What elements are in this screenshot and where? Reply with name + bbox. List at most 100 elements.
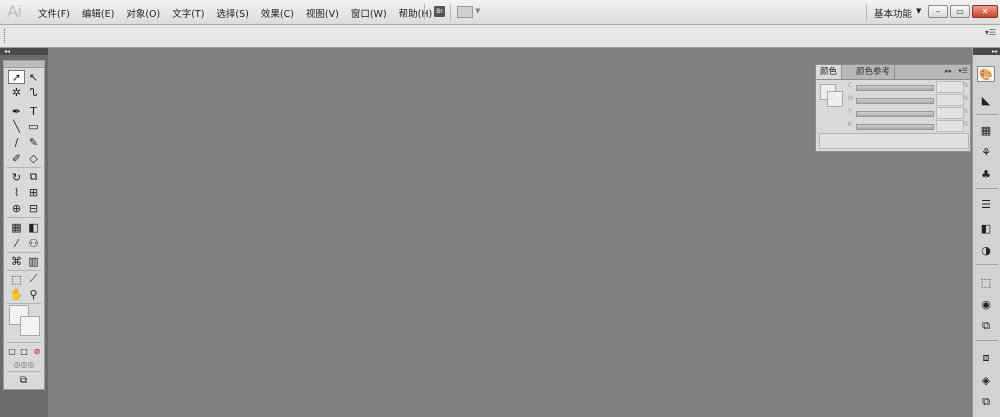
symbols-icon[interactable]: ♣ bbox=[977, 166, 995, 182]
drawing-modes-icon[interactable]: ◎◎◎ bbox=[6, 357, 42, 371]
menu-view[interactable]: 视图(V) bbox=[306, 6, 339, 20]
collapse-tools-icon[interactable]: ◂◂ bbox=[0, 48, 48, 55]
shape-builder-tool-icon[interactable]: ⊕ bbox=[8, 201, 25, 215]
yellow-slider[interactable] bbox=[856, 111, 934, 117]
menu-file[interactable]: 文件(F) bbox=[38, 6, 70, 20]
black-slider[interactable] bbox=[856, 124, 934, 130]
symbol-sprayer-tool-icon[interactable]: ⌘ bbox=[8, 254, 25, 268]
color-guide-icon[interactable]: ◣ bbox=[977, 92, 995, 108]
workspace-switcher[interactable]: 基本功能 bbox=[874, 6, 912, 20]
channel-label: C bbox=[848, 82, 853, 89]
close-button[interactable]: ✕ bbox=[972, 5, 998, 18]
tab-color-guide[interactable]: 颜色参考 bbox=[852, 65, 896, 79]
column-graph-tool-icon[interactable]: ▥ bbox=[25, 254, 42, 268]
align-icon[interactable]: ⧈ bbox=[977, 350, 995, 366]
artboard-tool-icon[interactable]: ⬚ bbox=[8, 272, 25, 286]
pencil-tool-icon[interactable]: ✎ bbox=[25, 135, 42, 149]
pen-tool-icon[interactable]: ✒ bbox=[8, 104, 25, 118]
appearance-icon[interactable]: ◉ bbox=[977, 296, 995, 312]
perspective-grid-tool-icon[interactable]: ⊟ bbox=[25, 201, 42, 215]
rotate-tool-icon[interactable]: ↻ bbox=[8, 170, 25, 184]
yellow-input[interactable] bbox=[936, 107, 964, 119]
stroke-swatch[interactable] bbox=[827, 91, 843, 107]
blob-brush-tool-icon[interactable]: ✐ bbox=[8, 151, 25, 165]
paintbrush-tool-icon[interactable]: ∕ bbox=[8, 135, 25, 149]
scale-tool-icon[interactable]: ⧉ bbox=[25, 170, 42, 184]
tab-color-label: 颜色 bbox=[820, 67, 838, 77]
menu-list: 文件(F) 编辑(E) 对象(O) 文字(T) 选择(S) 效果(C) 视图(V… bbox=[38, 6, 444, 20]
black-input[interactable] bbox=[936, 120, 964, 132]
color-panel: 颜色 颜色参考 ▸▸ ▾☰ C % M % Y % K % bbox=[815, 64, 971, 152]
menu-edit[interactable]: 编辑(E) bbox=[82, 6, 114, 20]
color-mode-icon[interactable]: □ bbox=[6, 344, 18, 358]
gradient-mode-icon[interactable]: □ bbox=[18, 344, 30, 358]
menu-select[interactable]: 选择(S) bbox=[216, 6, 248, 20]
eyedropper-tool-icon[interactable]: ⁄ bbox=[8, 236, 25, 250]
type-tool-icon[interactable]: T bbox=[25, 104, 42, 118]
magenta-slider[interactable] bbox=[856, 98, 934, 104]
none-mode-icon[interactable]: ⊘ bbox=[31, 344, 43, 358]
window-controls: – ▭ ✕ bbox=[928, 5, 998, 18]
line-segment-tool-icon[interactable]: ╲ bbox=[8, 119, 25, 133]
menu-separator bbox=[450, 4, 451, 20]
transparency-icon[interactable]: ◑ bbox=[977, 242, 995, 258]
color-panel-icon[interactable]: 🎨 bbox=[977, 66, 995, 82]
expand-dock-icon[interactable]: ▸▸ bbox=[973, 48, 1000, 55]
cyan-row: C % bbox=[846, 81, 970, 93]
tab-color[interactable]: 颜色 bbox=[816, 65, 843, 79]
zoom-tool-icon[interactable]: ⚲ bbox=[25, 287, 42, 301]
dock-divider bbox=[976, 188, 998, 189]
menu-window[interactable]: 窗口(W) bbox=[351, 6, 387, 20]
tool-divider bbox=[7, 342, 41, 343]
channel-label: M bbox=[848, 95, 854, 102]
control-bar-grip[interactable] bbox=[4, 29, 7, 43]
panel-menu-icon[interactable]: ▾☰ bbox=[985, 28, 996, 37]
fill-stroke-swatches[interactable] bbox=[9, 305, 41, 337]
color-spectrum[interactable] bbox=[819, 133, 969, 149]
minimize-icon: – bbox=[936, 7, 940, 16]
graphic-styles-icon[interactable]: ⧉ bbox=[977, 318, 995, 334]
stroke-icon[interactable]: ☰ bbox=[977, 196, 995, 212]
hand-tool-icon[interactable]: ✋ bbox=[8, 287, 25, 301]
bridge-button[interactable]: Br bbox=[434, 6, 445, 17]
cyan-input[interactable] bbox=[936, 81, 964, 93]
color-swatch-pair[interactable] bbox=[820, 84, 843, 107]
arrange-documents-button[interactable] bbox=[457, 6, 473, 18]
tool-divider bbox=[7, 217, 41, 218]
mesh-tool-icon[interactable]: ▦ bbox=[8, 220, 25, 234]
eraser-tool-icon[interactable]: ◇ bbox=[25, 151, 42, 165]
gradient-tool-icon[interactable]: ◧ bbox=[25, 220, 42, 234]
screen-mode-icon[interactable]: ⧉ bbox=[15, 373, 32, 387]
magic-wand-tool-icon[interactable]: ✲ bbox=[8, 85, 25, 99]
rectangle-tool-icon[interactable]: ▭ bbox=[25, 119, 42, 133]
tools-panel-header[interactable] bbox=[4, 61, 44, 68]
magenta-input[interactable] bbox=[936, 94, 964, 106]
percent-label: % bbox=[963, 108, 969, 115]
minimize-button[interactable]: – bbox=[928, 5, 948, 18]
artboards-icon[interactable]: ⧉ bbox=[977, 394, 995, 410]
brushes-icon[interactable]: ⚘ bbox=[977, 144, 995, 160]
selection-tool-icon[interactable]: ➚ bbox=[8, 70, 25, 84]
cyan-slider[interactable] bbox=[856, 85, 934, 91]
chevron-down-icon[interactable]: ▼ bbox=[475, 7, 480, 15]
panel-dock: ▸▸ 🎨 ◣ ▦ ⚘ ♣ ☰ ◧ ◑ ⬚ ◉ ⧉ ⧈ ◈ ⧉ bbox=[972, 48, 1000, 417]
direct-selection-tool-icon[interactable]: ↖ bbox=[25, 70, 42, 84]
lasso-tool-icon[interactable]: ᔐ bbox=[25, 85, 42, 99]
transform-icon[interactable]: ⬚ bbox=[977, 274, 995, 290]
stroke-swatch[interactable] bbox=[20, 316, 40, 336]
swatches-icon[interactable]: ▦ bbox=[977, 122, 995, 138]
workspace-caret-icon[interactable]: ▼ bbox=[916, 7, 921, 15]
free-transform-tool-icon[interactable]: ⊞ bbox=[25, 185, 42, 199]
menu-object[interactable]: 对象(O) bbox=[126, 6, 160, 20]
panel-menu-icon[interactable]: ▾☰ bbox=[958, 67, 968, 75]
blend-tool-icon[interactable]: ⚇ bbox=[25, 236, 42, 250]
restore-button[interactable]: ▭ bbox=[950, 5, 970, 18]
forward-icon[interactable]: ▸▸ bbox=[945, 67, 952, 75]
menu-help[interactable]: 帮助(H) bbox=[399, 6, 433, 20]
gradient-icon[interactable]: ◧ bbox=[977, 220, 995, 236]
menu-type[interactable]: 文字(T) bbox=[172, 6, 204, 20]
warp-tool-icon[interactable]: ⌇ bbox=[8, 185, 25, 199]
menu-effect[interactable]: 效果(C) bbox=[261, 6, 294, 20]
layers-icon[interactable]: ◈ bbox=[977, 372, 995, 388]
slice-tool-icon[interactable]: ⟋ bbox=[25, 272, 42, 286]
